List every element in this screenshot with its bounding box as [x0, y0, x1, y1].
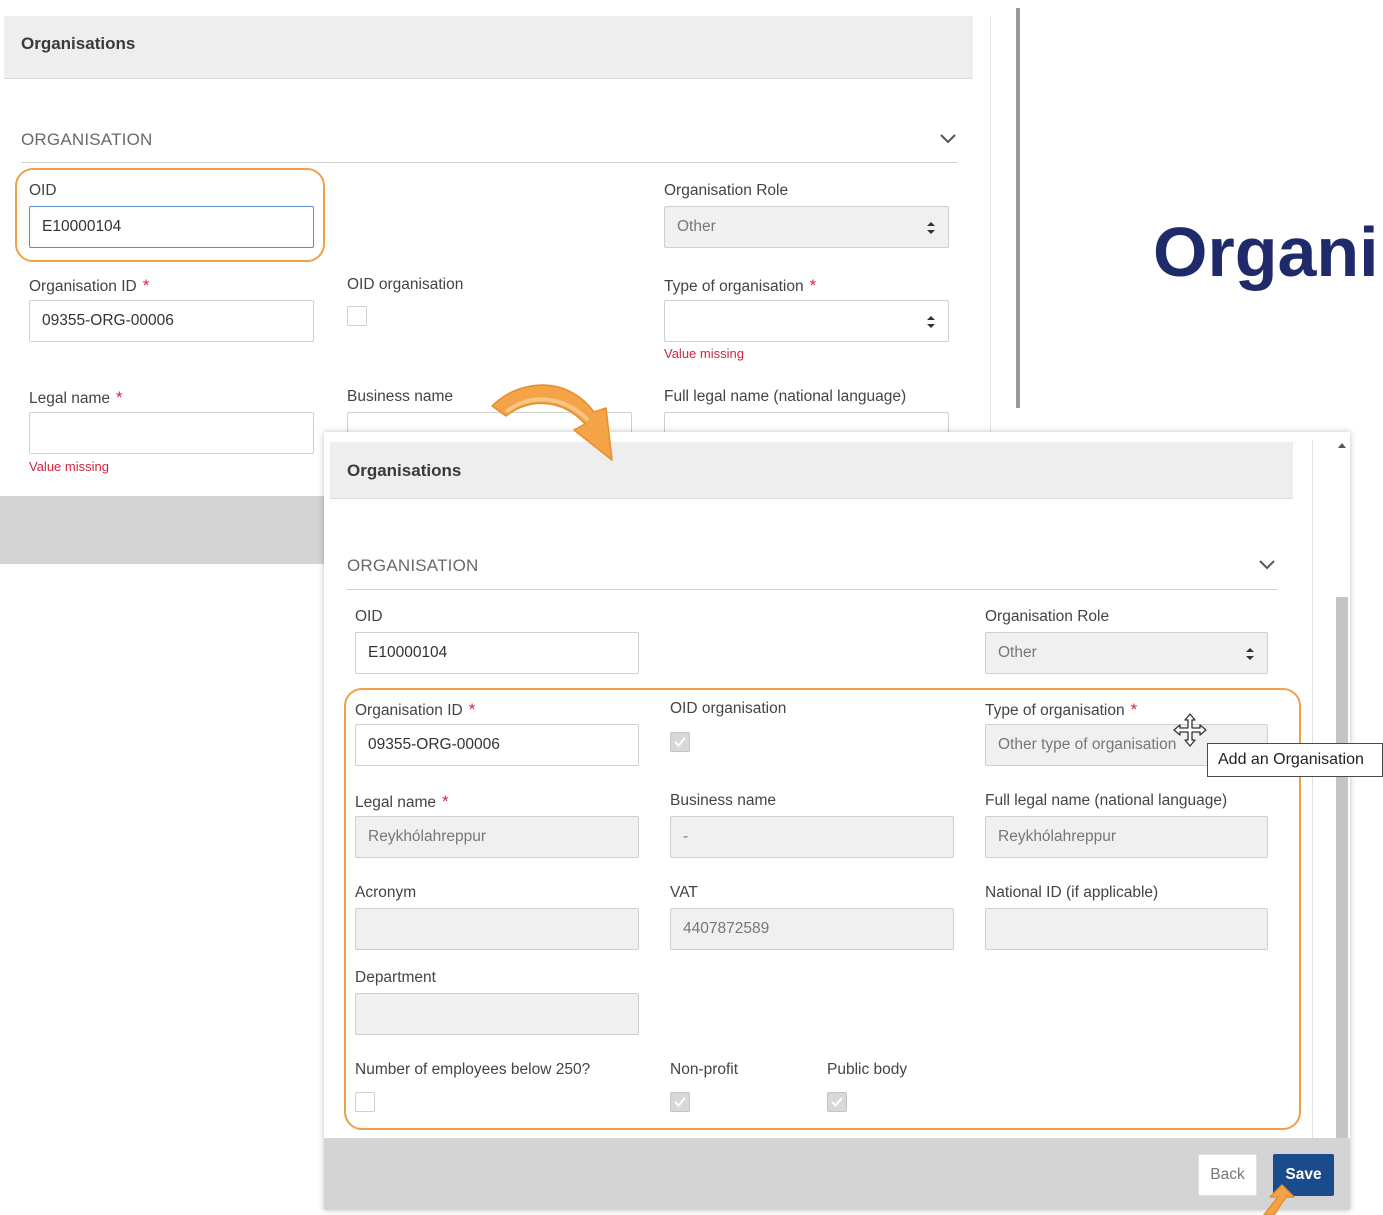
back-button[interactable]: Back: [1198, 1154, 1257, 1196]
add-organisation-tooltip: Add an Organisation: [1207, 743, 1383, 777]
front-oid-value: E10000104: [368, 644, 448, 661]
back-type-of-organisation-select[interactable]: [664, 300, 949, 342]
move-cursor-icon: [1173, 713, 1207, 747]
required-mark: *: [116, 388, 123, 407]
back-type-of-organisation-label-text: Type of organisation: [664, 278, 804, 295]
chevron-down-icon[interactable]: [938, 132, 958, 146]
select-arrows-icon: [927, 316, 935, 328]
front-panel: Organisations ORGANISATION OID E10000104…: [324, 432, 1350, 1210]
back-legal-name-label: Legal name *: [29, 388, 123, 408]
front-panel-footer: [324, 1138, 1350, 1210]
back-full-legal-name-label: Full legal name (national language): [664, 388, 907, 405]
front-panel-scrollbar-thumb[interactable]: [1336, 597, 1348, 1142]
back-organisation-role-value: Other: [677, 218, 716, 235]
back-organisation-id-label-text: Organisation ID: [29, 278, 137, 295]
back-business-name-label: Business name: [347, 388, 453, 405]
back-panel-title: Organisations: [21, 34, 136, 53]
back-organisation-role-label: Organisation Role: [664, 182, 789, 199]
front-panel-scrollbar-track[interactable]: [1312, 440, 1313, 1140]
front-organisation-role-select[interactable]: Other: [985, 632, 1268, 674]
back-section-rule: [21, 162, 957, 163]
front-fields-highlight: [344, 688, 1301, 1130]
page-heading: Organi: [1153, 213, 1379, 291]
back-oid-organisation-checkbox[interactable]: [347, 306, 367, 326]
back-oid-highlight: [15, 168, 325, 262]
scroll-up-icon[interactable]: [1338, 442, 1346, 448]
curved-arrow-icon: [491, 384, 613, 461]
select-arrows-icon: [1246, 648, 1254, 660]
front-oid-input[interactable]: E10000104: [355, 632, 639, 674]
back-legal-name-label-text: Legal name: [29, 390, 111, 407]
pointer-arrow-icon: [1263, 1184, 1295, 1215]
required-mark: *: [809, 276, 817, 295]
back-panel-divider: [1016, 8, 1020, 408]
front-organisation-role-label: Organisation Role: [985, 608, 1110, 625]
back-organisation-id-input[interactable]: 09355-ORG-00006: [29, 300, 314, 342]
front-oid-label: OID: [355, 608, 383, 625]
back-organisation-role-select[interactable]: Other: [664, 206, 949, 248]
back-organisation-id-label: Organisation ID *: [29, 276, 149, 296]
back-panel-scrollbar[interactable]: [990, 16, 991, 440]
required-mark: *: [142, 276, 150, 295]
back-organisation-id-value: 09355-ORG-00006: [42, 312, 174, 329]
front-panel-header: [330, 442, 1293, 499]
back-type-of-organisation-label: Type of organisation *: [664, 276, 816, 296]
back-legal-name-error: Value missing: [29, 459, 109, 474]
back-oid-organisation-label: OID organisation: [347, 276, 464, 293]
back-panel-header: [4, 16, 973, 79]
front-panel-title: Organisations: [347, 461, 462, 480]
front-section-title: ORGANISATION: [347, 556, 479, 575]
back-type-of-organisation-error: Value missing: [664, 346, 744, 361]
back-section-title: ORGANISATION: [21, 130, 153, 149]
chevron-down-icon[interactable]: [1257, 558, 1277, 572]
back-panel-footer: [0, 496, 324, 564]
front-section-rule: [347, 589, 1277, 590]
back-legal-name-input[interactable]: [29, 412, 314, 454]
select-arrows-icon: [927, 222, 935, 234]
front-organisation-role-value: Other: [998, 644, 1037, 661]
